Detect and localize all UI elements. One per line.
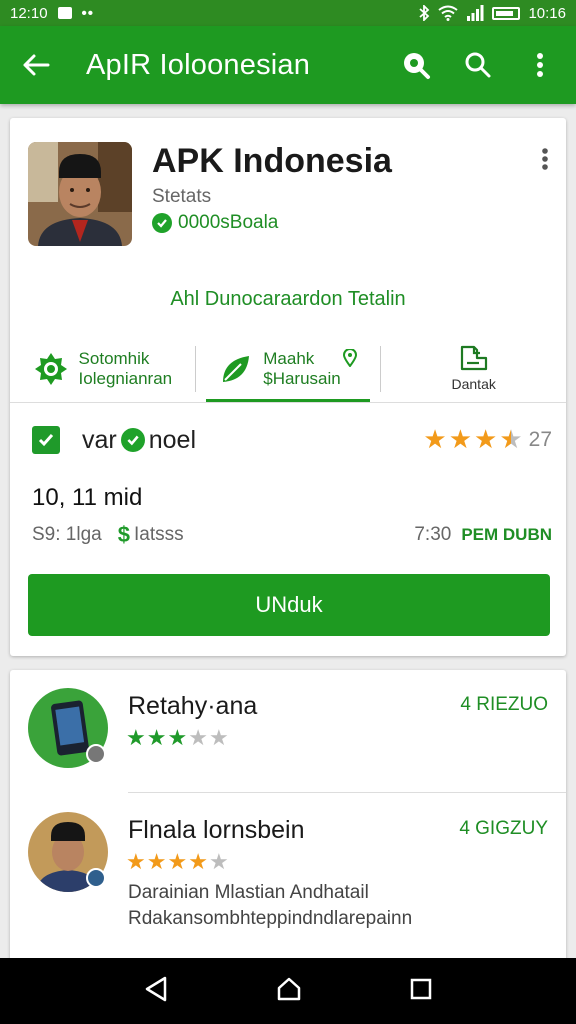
nav-back-button[interactable] bbox=[143, 975, 169, 1008]
back-button[interactable] bbox=[16, 45, 56, 85]
review-item[interactable]: Flnаla lornsbein 4 GIGZUY ★ ★ ★ ★ ★ Dara… bbox=[10, 794, 566, 964]
app-bar: ApIR Ioloonesian bbox=[0, 26, 576, 104]
visual-search-button[interactable] bbox=[396, 45, 436, 85]
reviewer-badge-icon bbox=[86, 744, 106, 764]
app-tagline: Ahl Dunocaraardon Tetalin bbox=[170, 288, 406, 310]
bluetooth-icon bbox=[419, 5, 430, 21]
star-icon: ★ bbox=[474, 425, 498, 455]
search-icon bbox=[465, 52, 491, 78]
contact-card-icon bbox=[460, 345, 487, 371]
star-empty-icon: ★ bbox=[208, 726, 229, 751]
search-button[interactable] bbox=[458, 45, 498, 85]
tab-contact[interactable]: Dantak bbox=[381, 336, 566, 402]
app-title: APK Indonesia bbox=[152, 142, 392, 180]
variant-checkbox[interactable] bbox=[32, 426, 60, 454]
verified-check-icon bbox=[120, 428, 145, 452]
nav-home-button[interactable] bbox=[275, 975, 303, 1008]
check-icon bbox=[38, 434, 54, 447]
visual-search-icon bbox=[404, 53, 430, 79]
app-icon-photo bbox=[28, 142, 132, 246]
more-options-button[interactable] bbox=[520, 45, 560, 85]
app-bar-title: ApIR Ioloonesian bbox=[86, 48, 311, 81]
star-icon: ★ bbox=[167, 726, 188, 751]
leaf-icon bbox=[223, 356, 250, 382]
tab-map[interactable]: Maahk $Harusain bbox=[196, 336, 381, 402]
star-icon: ★ bbox=[167, 850, 188, 875]
review-stars: ★ ★ ★ ★ ★ bbox=[126, 852, 229, 874]
more-notifications-icon: •• bbox=[81, 4, 95, 22]
verified-check-icon bbox=[152, 213, 172, 233]
update-time: 7:30 bbox=[414, 524, 452, 545]
signal-icon bbox=[467, 5, 484, 21]
tab-overview[interactable]: Sotomhik Iolegnianran bbox=[10, 336, 195, 402]
image-notification-icon bbox=[57, 7, 72, 19]
review-text-line: Darainian Mlastian Andhatail bbox=[128, 882, 369, 903]
status-time-right: 10:16 bbox=[528, 4, 566, 22]
more-vert-icon bbox=[537, 53, 543, 77]
app-tabs: Sotomhik Iolegnianran Maahk $Harusain Da… bbox=[10, 336, 566, 402]
dollar-icon: $ bbox=[117, 522, 130, 547]
status-time: 12:10 bbox=[10, 4, 48, 22]
review-item[interactable]: Retahy·ana 4 RIEZUO ★ ★ ★ ★ ★ bbox=[10, 670, 566, 794]
triangle-back-icon bbox=[145, 976, 167, 1001]
download-button[interactable]: UNduk bbox=[28, 574, 550, 636]
tab-contact-label: Dantak bbox=[451, 376, 496, 392]
badge-star-icon bbox=[34, 353, 67, 385]
update-period: PEM DUBN bbox=[461, 525, 552, 544]
half-star-icon: ★ bbox=[499, 425, 523, 455]
square-recents-icon bbox=[410, 978, 432, 999]
battery-icon bbox=[492, 6, 521, 20]
verified-text: 0000sBoala bbox=[178, 212, 279, 233]
reviews-card: Retahy·ana 4 RIEZUO ★ ★ ★ ★ ★ Flnаla lor… bbox=[10, 670, 566, 970]
app-size: 10, 11 mid bbox=[32, 484, 143, 511]
tab-map-label: Maahk $Harusain bbox=[263, 349, 341, 388]
review-stars: ★ ★ ★ ★ ★ bbox=[126, 728, 229, 750]
reviewer-name: Flnаla lornsbein bbox=[128, 816, 305, 844]
star-icon: ★ bbox=[423, 425, 447, 455]
verified-developer: 0000sBoala bbox=[152, 212, 278, 234]
divider bbox=[128, 792, 566, 793]
variant-suffix: noel bbox=[148, 425, 196, 454]
home-icon bbox=[277, 977, 301, 1000]
rating-count: 27 bbox=[528, 428, 552, 451]
arrow-left-icon bbox=[23, 54, 50, 76]
star-icon: ★ bbox=[126, 726, 146, 751]
reviewer-badge-icon bbox=[86, 868, 106, 888]
variant-row: var noel ★ ★ ★ ★ 27 bbox=[32, 424, 552, 456]
star-icon: ★ bbox=[126, 850, 146, 875]
star-icon: ★ bbox=[146, 726, 167, 751]
reviewer-name: Retahy·ana bbox=[128, 692, 258, 720]
wifi-icon bbox=[438, 5, 459, 21]
app-subtitle: Stetats bbox=[152, 186, 212, 207]
star-icon: ★ bbox=[146, 850, 167, 875]
price-left: S9: 1lga bbox=[32, 524, 102, 545]
system-nav-bar bbox=[0, 958, 576, 1024]
tab-overview-label: Sotomhik Iolegnianran bbox=[78, 349, 173, 388]
divider bbox=[10, 402, 566, 403]
star-icon: ★ bbox=[448, 425, 473, 455]
review-text-line: Rdakansombhteppindndlarepainn bbox=[128, 908, 413, 929]
price-right: Iatsss bbox=[133, 524, 184, 545]
app-overflow-menu-button[interactable] bbox=[530, 144, 560, 174]
app-rating: ★ ★ ★ ★ 27 bbox=[423, 427, 552, 453]
more-vert-icon bbox=[542, 148, 548, 170]
variant-label: var noel bbox=[82, 426, 196, 455]
price-row: S9: 1lga $ Iatsss 7:30 PEM DUBN bbox=[32, 522, 552, 548]
variant-prefix: var bbox=[82, 425, 117, 454]
star-icon: ★ bbox=[188, 850, 208, 875]
location-pin-icon bbox=[342, 349, 357, 367]
star-empty-icon: ★ bbox=[188, 726, 208, 751]
review-text: Darainian Mlastian Andhatail Rdakansombh… bbox=[128, 880, 412, 932]
review-date: 4 GIGZUY bbox=[459, 818, 548, 839]
status-bar: 12:10 •• 10:16 bbox=[0, 0, 576, 26]
review-date: 4 RIEZUO bbox=[460, 694, 548, 715]
app-detail-card: APK Indonesia Stetats 0000sBoala Ahl Dun… bbox=[10, 118, 566, 656]
star-empty-icon: ★ bbox=[208, 850, 229, 875]
nav-recents-button[interactable] bbox=[409, 977, 433, 1006]
